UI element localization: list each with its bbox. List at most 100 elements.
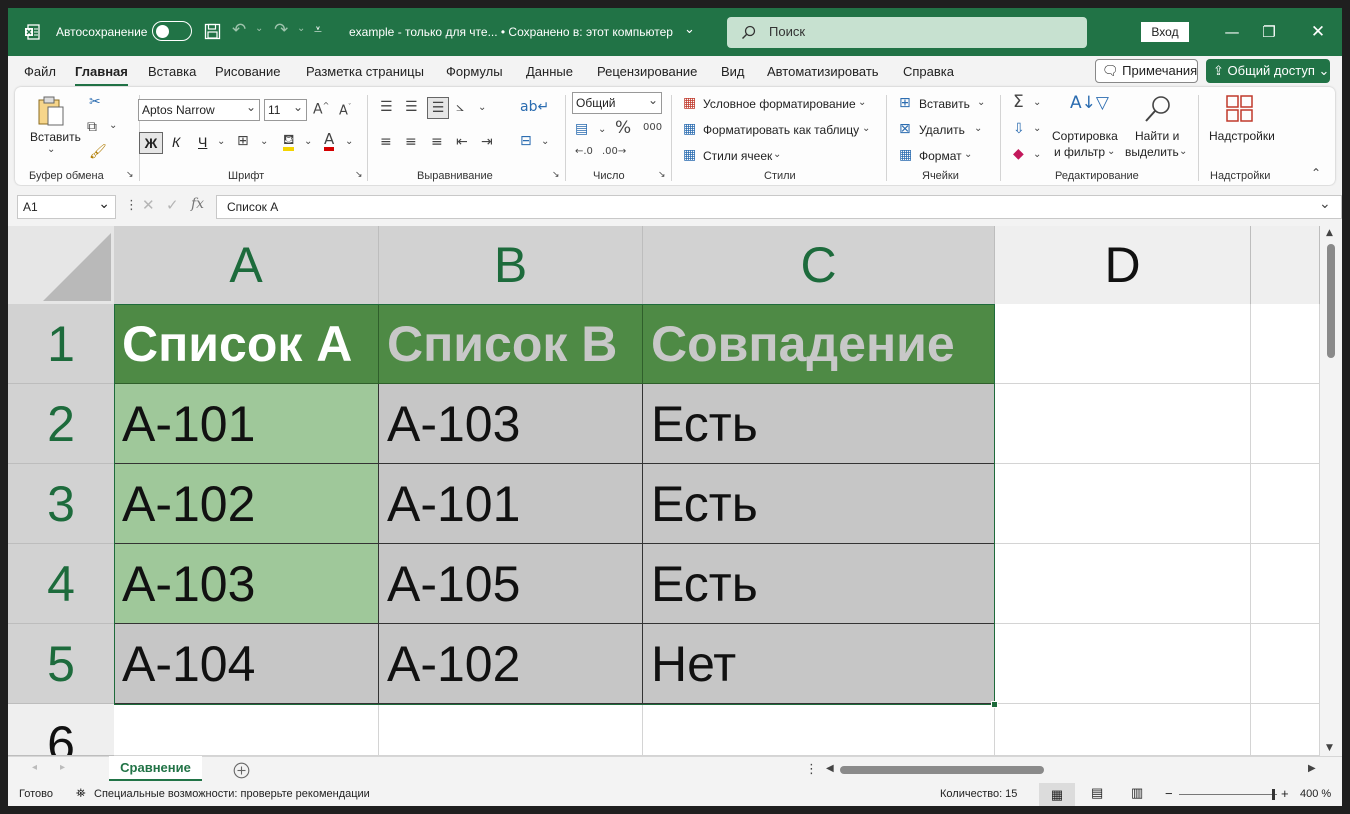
find-select-label-2[interactable]: выделить (1125, 145, 1179, 159)
undo-icon[interactable]: ↶ (232, 20, 246, 40)
insert-cells-icon[interactable]: ⊞ (899, 96, 911, 110)
row-header-3[interactable]: 3 (8, 464, 114, 544)
scroll-up-icon[interactable]: ▲ (1326, 228, 1333, 238)
cell-c2[interactable]: Есть (643, 384, 995, 464)
chevron-down-icon[interactable]: ⌄ (1179, 147, 1187, 157)
tab-draw[interactable]: Рисование (215, 64, 280, 79)
format-as-table-icon[interactable]: ▦ (683, 122, 696, 136)
cell-styles-icon[interactable]: ▦ (683, 148, 696, 162)
minimize-icon[interactable]: — (1217, 18, 1247, 46)
undo-dropdown-icon[interactable]: ⌄ (255, 23, 263, 34)
merge-center-icon[interactable]: ⊟ (520, 134, 532, 148)
prev-sheet-icon[interactable]: ◂ (32, 762, 37, 773)
zoom-level[interactable]: 400 % (1300, 788, 1331, 800)
chevron-down-icon[interactable]: ⌄ (1107, 147, 1115, 157)
collapse-ribbon-icon[interactable]: ⌃ (1311, 167, 1321, 179)
cell-c1[interactable]: Совпадение (643, 304, 995, 384)
dialog-launcher-icon[interactable]: ↘ (658, 171, 666, 180)
fill-color-icon[interactable]: ⛾ (283, 133, 295, 151)
cell-c4[interactable]: Есть (643, 544, 995, 624)
chevron-down-icon[interactable]: ⌄ (217, 137, 225, 147)
accessibility-status[interactable]: Специальные возможности: проверьте реком… (94, 788, 370, 800)
zoom-slider-thumb[interactable] (1272, 789, 1275, 800)
more-options-icon[interactable]: ⋮ (125, 198, 138, 213)
cell-b1[interactable]: Список B (379, 304, 643, 384)
cell-e2[interactable] (1251, 384, 1320, 464)
cell-e4[interactable] (1251, 544, 1320, 624)
cell-c5[interactable]: Нет (643, 624, 995, 704)
chevron-down-icon[interactable]: ⌄ (109, 121, 117, 131)
italic-button[interactable]: К (172, 134, 180, 150)
login-button[interactable]: Вход (1141, 22, 1189, 42)
zoom-slider[interactable] (1179, 794, 1277, 795)
thousands-separator-icon[interactable]: 000 (643, 123, 662, 133)
decrease-font-icon[interactable]: Aˇ (339, 104, 351, 118)
select-all-button[interactable] (8, 226, 114, 304)
dialog-launcher-icon[interactable]: ↘ (126, 171, 134, 180)
cell-e5[interactable] (1251, 624, 1320, 704)
align-center-icon[interactable]: ≡ (405, 135, 417, 149)
accessibility-icon[interactable]: ⛯ (76, 786, 86, 801)
page-break-view-icon[interactable]: ▥ (1131, 785, 1143, 801)
cell-d4[interactable] (995, 544, 1251, 624)
format-cells-icon[interactable]: ▦ (899, 148, 912, 162)
format-cells-button[interactable]: Формат (919, 149, 962, 163)
column-header-a[interactable]: A (114, 226, 379, 304)
cell-e6[interactable] (1251, 704, 1320, 756)
copy-icon[interactable]: ⧉ (87, 120, 97, 134)
chevron-down-icon[interactable]: ⌄ (858, 98, 866, 108)
chevron-down-icon[interactable]: ⌄ (598, 125, 606, 135)
tab-automate[interactable]: Автоматизировать (767, 64, 879, 79)
cell-a3[interactable]: A-102 (114, 464, 379, 544)
chevron-down-icon[interactable]: ⌄ (304, 137, 312, 147)
document-title[interactable]: example - только для чте... • Сохранено … (349, 25, 673, 39)
tab-file[interactable]: Файл (24, 64, 56, 79)
scroll-down-icon[interactable]: ▼ (1326, 743, 1333, 753)
normal-view-icon[interactable]: ▦ (1039, 783, 1075, 806)
more-options-icon[interactable]: ⋮ (805, 762, 818, 777)
cell-b2[interactable]: A-103 (379, 384, 643, 464)
save-icon[interactable] (204, 23, 221, 40)
name-box[interactable]: A1 (17, 192, 116, 219)
cell-b4[interactable]: A-105 (379, 544, 643, 624)
enter-icon[interactable]: ✓ (166, 196, 179, 214)
cancel-icon[interactable]: ✕ (142, 196, 155, 214)
conditional-formatting-button[interactable]: Условное форматирование (703, 97, 856, 111)
restore-icon[interactable]: ❐ (1254, 18, 1284, 46)
increase-indent-icon[interactable]: ⇥ (481, 135, 493, 149)
wrap-text-icon[interactable]: ab↵ (520, 100, 549, 114)
align-middle-icon[interactable]: ☰ (405, 100, 418, 114)
autosave-toggle[interactable] (152, 21, 192, 41)
tab-page-layout[interactable]: Разметка страницы (306, 64, 424, 79)
tab-data[interactable]: Данные (526, 64, 573, 79)
formula-input[interactable]: Список A (216, 195, 1342, 219)
close-icon[interactable]: ✕ (1303, 18, 1333, 46)
redo-icon[interactable]: ↷ (274, 20, 288, 40)
column-header-b[interactable]: B (379, 226, 643, 304)
cell-a4[interactable]: A-103 (114, 544, 379, 624)
customize-toolbar-icon[interactable]: ⩡ (314, 21, 322, 38)
sort-filter-icon[interactable]: A↓▽ (1070, 95, 1109, 112)
chevron-down-icon[interactable]: ⌄ (862, 124, 870, 134)
row-header-4[interactable]: 4 (8, 544, 114, 624)
dialog-launcher-icon[interactable]: ↘ (355, 171, 363, 180)
cell-c6[interactable] (643, 704, 995, 756)
cell-d2[interactable] (995, 384, 1251, 464)
font-size-combo[interactable]: 11 (264, 97, 307, 121)
chevron-down-icon[interactable]: ⌄ (345, 137, 353, 147)
cell-a6[interactable] (114, 704, 379, 756)
chevron-down-icon[interactable]: ⌄ (1033, 124, 1041, 134)
expand-formula-icon[interactable]: ⌄ (1319, 196, 1331, 212)
zoom-in-icon[interactable]: + (1281, 786, 1289, 801)
cell-e1[interactable] (1251, 304, 1320, 384)
search-box[interactable]: Поиск (727, 17, 1087, 48)
cell-b3[interactable]: A-101 (379, 464, 643, 544)
tab-formulas[interactable]: Формулы (446, 64, 503, 79)
cut-icon[interactable]: ✂ (89, 95, 101, 109)
chevron-down-icon[interactable]: ⌄ (964, 150, 972, 160)
redo-dropdown-icon[interactable]: ⌄ (297, 23, 305, 34)
tab-review[interactable]: Рецензирование (597, 64, 697, 79)
chevron-down-icon[interactable]: ⌄ (478, 103, 486, 113)
font-color-icon[interactable]: A (324, 132, 335, 151)
chevron-down-icon[interactable]: ⌄ (684, 21, 695, 37)
